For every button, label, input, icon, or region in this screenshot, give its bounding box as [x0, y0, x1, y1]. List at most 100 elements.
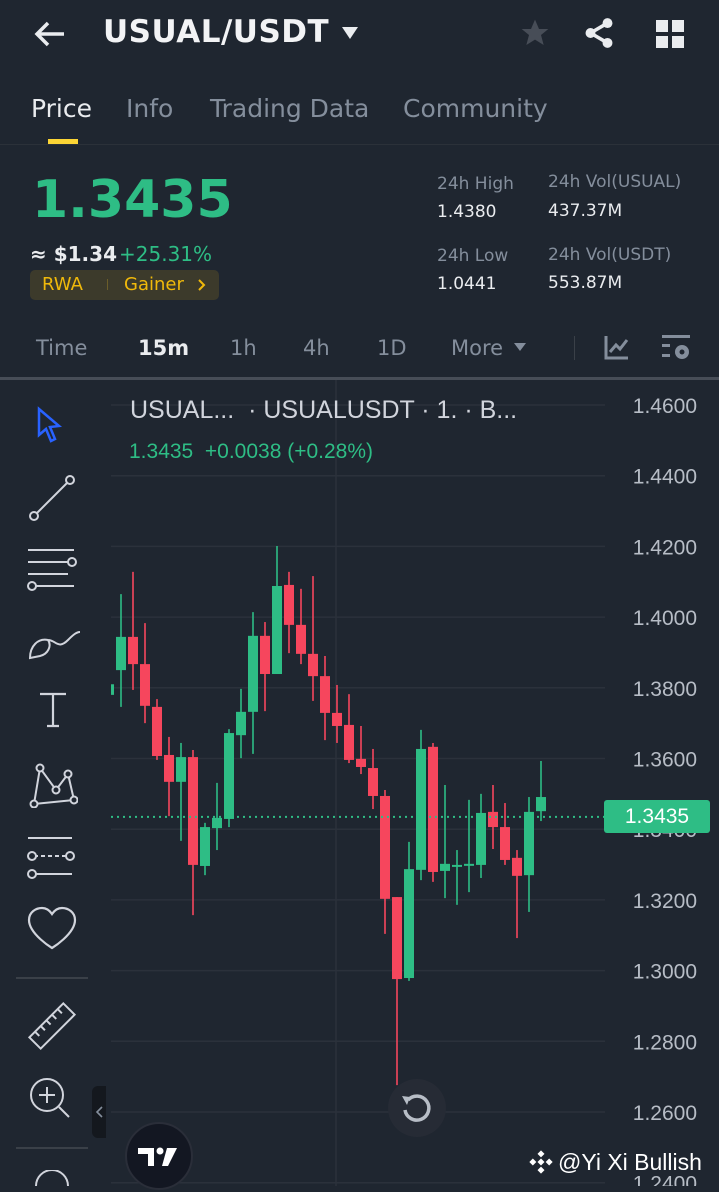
- candle-body: [284, 584, 294, 625]
- candle-body: [212, 817, 222, 829]
- candle-body: [224, 733, 234, 819]
- tag-separator: [107, 279, 108, 290]
- tab-community[interactable]: Community: [403, 94, 548, 123]
- arrow-left-icon: [34, 21, 64, 47]
- usd-price: ≈ $1.34: [30, 242, 117, 266]
- divider: [574, 336, 575, 360]
- tab-trading-data[interactable]: Trading Data: [210, 94, 369, 123]
- fib-retracement-icon[interactable]: [26, 546, 78, 592]
- ruler-icon[interactable]: [26, 1000, 78, 1052]
- candle-body: [188, 757, 198, 865]
- candle-body: [296, 624, 306, 654]
- candle-body: [260, 635, 270, 675]
- tradingview-logo: [125, 1122, 193, 1190]
- magnet-icon[interactable]: [32, 1170, 72, 1186]
- vol-base-label: 24h Vol(USUAL): [548, 172, 682, 192]
- toolbar-collapse-handle[interactable]: [92, 1086, 106, 1138]
- candle-body: [152, 706, 162, 757]
- candle-body: [116, 636, 126, 671]
- candles-group: [111, 546, 546, 1086]
- low-label: 24h Low: [437, 246, 509, 266]
- chart-legend-title: USUAL... · USUALUSDT · 1. · B...: [130, 396, 518, 424]
- brush-icon[interactable]: [26, 620, 82, 662]
- candle-body: [140, 664, 150, 706]
- chart-legend-values: 1.3435 +0.0038 (+0.28%): [129, 440, 374, 463]
- pattern-icon[interactable]: [28, 760, 78, 808]
- candle-body: [248, 635, 258, 712]
- y-axis-label: 1.2800: [633, 1031, 697, 1054]
- cursor-icon[interactable]: [36, 406, 64, 446]
- candle-body: [440, 863, 450, 871]
- tf-15m[interactable]: 15m: [138, 336, 189, 360]
- high-value: 1.4380: [437, 202, 497, 222]
- candle-body: [536, 797, 546, 812]
- candle-body: [416, 748, 426, 870]
- tf-4h[interactable]: 4h: [303, 336, 330, 360]
- reset-chart-button[interactable]: [388, 1079, 446, 1137]
- vol-base-value: 437.37M: [548, 201, 623, 221]
- star-icon[interactable]: [518, 17, 552, 49]
- candlestick-chart[interactable]: 1.4600 1.4400 1.4200 1.4000 1.3800 1.3600 1.34…: [0, 380, 719, 1186]
- tag-gainer[interactable]: Gainer: [124, 274, 184, 295]
- tf-more[interactable]: More: [451, 336, 503, 360]
- share-icon[interactable]: [582, 16, 616, 50]
- zoom-in-icon[interactable]: [28, 1076, 72, 1120]
- candle-body: [524, 811, 534, 876]
- y-axis-label: 1.4400: [633, 466, 697, 489]
- indicator-icon[interactable]: [604, 334, 630, 360]
- tradingview-icon: [138, 1147, 177, 1166]
- vol-quote-label: 24h Vol(USDT): [548, 245, 672, 265]
- vol-quote-value: 553.87M: [548, 273, 623, 293]
- tf-1d[interactable]: 1D: [377, 336, 407, 360]
- binance-logo-icon: [529, 1150, 553, 1174]
- tf-time[interactable]: Time: [36, 336, 87, 360]
- candle-body: [272, 585, 282, 675]
- y-axis-label: 1.4600: [633, 395, 697, 418]
- candle-body: [128, 636, 138, 665]
- y-axis-label: 1.3600: [633, 749, 697, 772]
- candle-body: [428, 746, 438, 872]
- candle-body: [344, 724, 354, 760]
- divider: [0, 144, 719, 145]
- grid-menu-icon[interactable]: [655, 19, 685, 49]
- chart-settings-icon[interactable]: [661, 334, 691, 362]
- y-axis-label: 1.3000: [633, 961, 697, 984]
- back-button[interactable]: [32, 18, 68, 50]
- low-value: 1.0441: [437, 274, 497, 294]
- candle-body: [368, 768, 378, 796]
- candle-body: [452, 864, 462, 867]
- prediction-icon[interactable]: [26, 834, 78, 880]
- tf-1h[interactable]: 1h: [230, 336, 257, 360]
- tag-rwa[interactable]: RWA: [42, 274, 83, 295]
- candle-body: [200, 827, 210, 866]
- candle-body: [236, 711, 246, 736]
- candle-body: [392, 897, 402, 980]
- last-price: 1.3435: [32, 170, 233, 230]
- reset-icon: [402, 1094, 431, 1122]
- candle-body: [308, 653, 318, 677]
- candle-body: [111, 684, 114, 695]
- tag-bar[interactable]: RWA Gainer: [30, 270, 219, 300]
- watermark-author: @Yi Xi Bullish: [558, 1149, 702, 1175]
- heart-icon[interactable]: [26, 906, 78, 952]
- y-axis-label: 1.3800: [633, 678, 697, 701]
- candle-body: [488, 811, 498, 828]
- caret-down-icon: [514, 343, 526, 351]
- toolbar-divider: [16, 977, 88, 979]
- candle-body: [500, 827, 510, 860]
- candle-body: [380, 795, 390, 899]
- text-tool-icon[interactable]: [38, 690, 68, 730]
- y-axis-label: 1.3200: [633, 890, 697, 913]
- candle-body: [464, 863, 474, 866]
- candle-body: [404, 869, 414, 979]
- tab-info[interactable]: Info: [126, 94, 173, 123]
- high-label: 24h High: [437, 174, 514, 194]
- current-price-badge: 1.3435: [604, 800, 710, 833]
- tab-price[interactable]: Price: [31, 94, 92, 123]
- y-axis-label: 1.4200: [633, 536, 697, 559]
- trend-line-icon[interactable]: [28, 474, 76, 522]
- pair-title[interactable]: USUAL/USDT: [103, 14, 329, 50]
- caret-down-icon[interactable]: [341, 26, 359, 40]
- candle-body: [476, 812, 486, 865]
- chevron-left-icon: [95, 1106, 103, 1118]
